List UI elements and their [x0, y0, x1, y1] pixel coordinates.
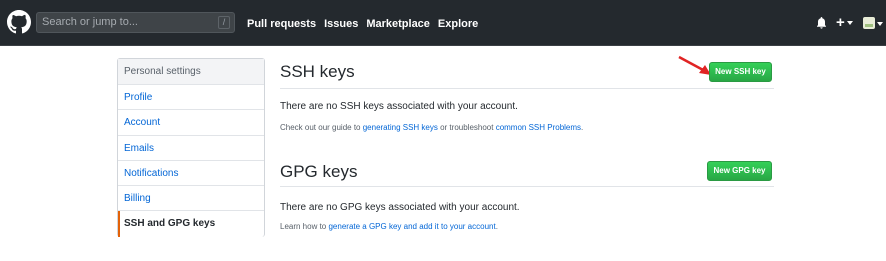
ssh-divider	[280, 88, 774, 89]
nav-issues[interactable]: Issues	[324, 17, 358, 31]
sidebar-item-emails[interactable]: Emails	[118, 136, 264, 161]
ssh-empty-message: There are no SSH keys associated with yo…	[280, 101, 518, 112]
sidebar-item-account[interactable]: Account	[118, 110, 264, 136]
new-ssh-key-button[interactable]: New SSH key	[709, 62, 772, 82]
ssh-help-suffix: .	[581, 123, 584, 132]
avatar[interactable]	[863, 17, 875, 29]
nav-marketplace[interactable]: Marketplace	[366, 17, 430, 31]
new-gpg-key-button[interactable]: New GPG key	[707, 161, 772, 181]
search-shortcut-hint: /	[218, 16, 230, 29]
top-header: Search or jump to... / Pull requests Iss…	[0, 0, 886, 46]
nav-explore[interactable]: Explore	[438, 17, 478, 31]
github-logo-icon[interactable]	[7, 10, 31, 34]
sidebar-heading: Personal settings	[118, 59, 264, 85]
sidebar-item-billing[interactable]: Billing	[118, 186, 264, 212]
ssh-keys-title: SSH keys	[280, 62, 355, 81]
generate-gpg-key-link[interactable]: generate a GPG key and add it to your ac…	[328, 222, 495, 231]
nav-pull-requests[interactable]: Pull requests	[247, 17, 316, 31]
gpg-empty-message: There are no GPG keys associated with yo…	[280, 202, 520, 213]
chevron-down-icon[interactable]	[847, 21, 853, 25]
header-nav: Pull requests Issues Marketplace Explore	[247, 17, 486, 31]
gpg-help-suffix: .	[495, 222, 498, 231]
gpg-help-prefix: Learn how to	[280, 222, 329, 231]
ssh-help-middle: or troubleshoot	[437, 123, 496, 132]
gpg-keys-title: GPG keys	[280, 162, 358, 181]
create-new-icon[interactable]: +	[836, 15, 845, 30]
ssh-help-text: Check out our guide to generating SSH ke…	[280, 123, 583, 132]
bell-icon[interactable]	[816, 17, 827, 29]
annotation-arrow-icon	[678, 55, 711, 75]
sidebar-item-profile[interactable]: Profile	[118, 85, 264, 111]
settings-sidebar: Personal settings Profile Account Emails…	[117, 58, 265, 237]
sidebar-item-ssh-gpg-keys[interactable]: SSH and GPG keys	[118, 211, 264, 237]
sidebar-item-notifications[interactable]: Notifications	[118, 161, 264, 187]
generating-ssh-keys-link[interactable]: generating SSH keys	[363, 123, 438, 132]
ssh-help-prefix: Check out our guide to	[280, 123, 363, 132]
gpg-help-text: Learn how to generate a GPG key and add …	[280, 222, 498, 231]
search-placeholder: Search or jump to...	[42, 16, 138, 28]
common-ssh-problems-link[interactable]: common SSH Problems	[496, 123, 581, 132]
gpg-divider	[280, 186, 774, 187]
search-input[interactable]: Search or jump to... /	[36, 12, 235, 33]
chevron-down-icon[interactable]	[877, 22, 883, 26]
